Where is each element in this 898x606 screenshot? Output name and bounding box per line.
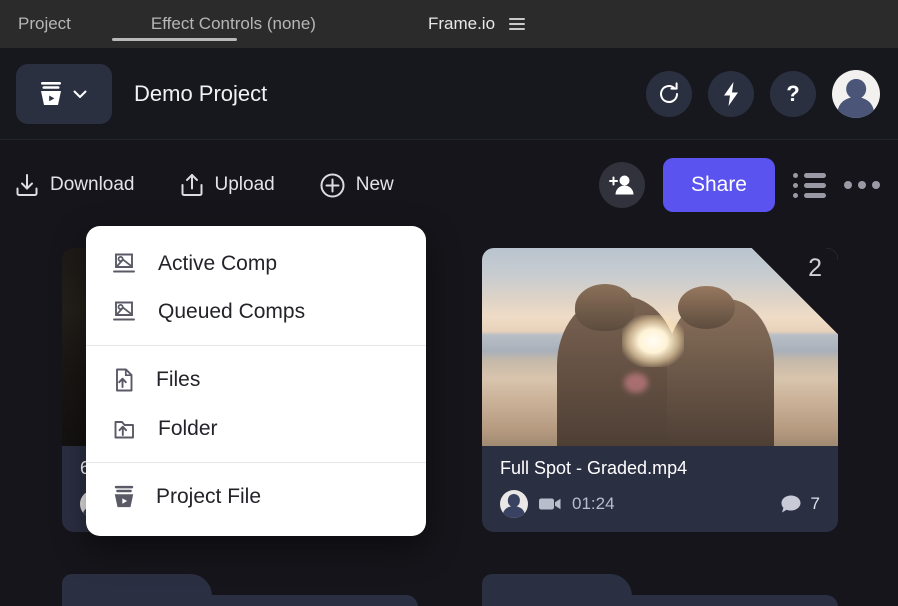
user-avatar[interactable] <box>832 70 880 118</box>
question-mark-icon: ? <box>786 81 799 107</box>
folder-card-right[interactable] <box>482 574 838 606</box>
asset-thumbnail: 2 <box>482 248 838 446</box>
chevron-down-icon <box>70 84 90 104</box>
avatar-body <box>838 97 874 118</box>
comp-image-icon <box>112 300 138 324</box>
new-item-dropdown-menu[interactable]: Active Comp Queued Comps <box>86 226 426 536</box>
menu-separator <box>86 345 426 346</box>
share-label: Share <box>691 173 747 197</box>
comp-image-icon <box>112 252 138 276</box>
folder-body <box>482 595 838 606</box>
file-upload-icon <box>112 367 136 393</box>
sunset-couple-beach-thumbnail <box>482 248 838 446</box>
menu-item-label: Folder <box>158 417 218 441</box>
new-label: New <box>356 174 394 196</box>
more-options-icon[interactable] <box>844 181 880 189</box>
asset-meta: Full Spot - Graded.mp4 01:24 <box>482 446 838 532</box>
menu-item-queued-comps[interactable]: Queued Comps <box>86 288 426 336</box>
folder-card-left[interactable] <box>62 574 418 606</box>
tab-frameio-label: Frame.io <box>428 14 495 34</box>
owner-avatar <box>500 490 528 518</box>
folder-upload-icon <box>112 417 138 441</box>
download-icon <box>14 172 40 198</box>
menu-item-active-comp[interactable]: Active Comp <box>86 240 426 288</box>
project-bucket-icon <box>38 80 64 108</box>
menu-item-files[interactable]: Files <box>86 355 426 405</box>
tab-project-label: Project <box>18 14 71 34</box>
project-bucket-icon <box>112 484 136 510</box>
new-button[interactable]: New <box>319 172 394 199</box>
menu-item-label: Project File <box>156 485 261 509</box>
asset-duration: 01:24 <box>572 494 615 514</box>
upload-button[interactable]: Upload <box>179 172 275 198</box>
comment-indicator: 7 <box>780 494 820 514</box>
download-label: Download <box>50 174 135 196</box>
video-camera-icon <box>538 496 562 512</box>
menu-item-folder[interactable]: Folder <box>86 405 426 453</box>
host-tab-strip: Project Effect Controls (none) Frame.io <box>0 0 898 48</box>
upload-icon <box>179 172 205 198</box>
tab-frameio[interactable]: Frame.io <box>316 0 525 48</box>
active-tab-underline <box>112 38 237 41</box>
menu-item-project-file[interactable]: Project File <box>86 472 426 522</box>
frameio-panel: Project Effect Controls (none) Frame.io <box>0 0 898 606</box>
plus-circle-icon <box>319 172 346 199</box>
lightning-bolt-icon <box>719 81 743 107</box>
tab-project[interactable]: Project <box>0 0 71 48</box>
refresh-icon <box>656 81 682 107</box>
transfers-button[interactable] <box>708 71 754 117</box>
avatar-head <box>846 79 866 99</box>
menu-item-label: Queued Comps <box>158 300 305 324</box>
upload-label: Upload <box>215 174 275 196</box>
add-person-icon <box>609 173 635 197</box>
menu-item-label: Active Comp <box>158 252 277 276</box>
comment-bubble-icon <box>780 494 802 514</box>
header-actions: ? <box>646 70 880 118</box>
menu-separator <box>86 462 426 463</box>
tab-effect-controls-label: Effect Controls (none) <box>151 14 316 34</box>
menu-item-label: Files <box>156 368 200 392</box>
share-button[interactable]: Share <box>663 158 775 212</box>
asset-card-full-spot[interactable]: 2 Full Spot - Graded.mp4 <box>482 248 838 532</box>
download-button[interactable]: Download <box>14 172 135 198</box>
list-view-icon[interactable] <box>793 173 826 198</box>
page-title: Demo Project <box>134 81 267 107</box>
folder-body <box>62 595 418 606</box>
panel-menu-icon[interactable] <box>509 18 525 30</box>
action-bar-right: Share <box>599 158 880 212</box>
help-button[interactable]: ? <box>770 71 816 117</box>
folder-tab <box>482 574 632 596</box>
asset-filename: Full Spot - Graded.mp4 <box>500 458 820 479</box>
frameio-header: Demo Project ? <box>0 48 898 140</box>
refresh-button[interactable] <box>646 71 692 117</box>
action-bar: Download Upload New <box>0 140 898 230</box>
comment-count: 7 <box>811 494 820 514</box>
invite-button[interactable] <box>599 162 645 208</box>
project-switcher-button[interactable] <box>16 64 112 124</box>
folder-tab <box>62 574 212 596</box>
